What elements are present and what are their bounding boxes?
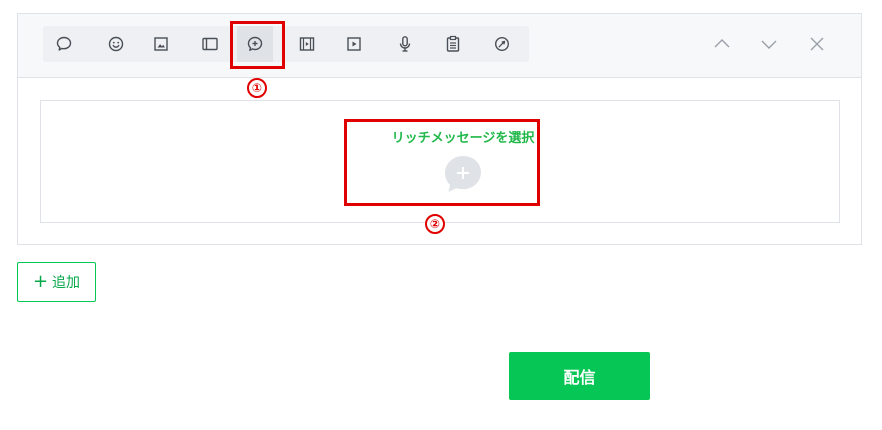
message-type-toolbar xyxy=(18,14,861,78)
move-up-button[interactable] xyxy=(708,30,736,58)
movie-button[interactable] xyxy=(336,26,372,62)
clipboard-icon xyxy=(446,35,460,52)
annotation-box-1 xyxy=(230,21,285,69)
image-icon xyxy=(154,37,168,51)
send-button[interactable]: 配信 xyxy=(509,352,650,400)
coupon-icon xyxy=(494,36,510,52)
add-message-label: 追加 xyxy=(52,275,81,291)
microphone-icon xyxy=(399,36,411,52)
play-icon xyxy=(347,37,361,51)
card-message-button[interactable] xyxy=(192,26,228,62)
send-button-label: 配信 xyxy=(563,368,596,387)
speech-bubble-icon xyxy=(56,36,72,51)
delete-button[interactable] xyxy=(803,30,831,58)
video-film-icon xyxy=(299,37,315,51)
video-button[interactable] xyxy=(289,26,325,62)
close-icon xyxy=(810,37,824,51)
annotation-box-2 xyxy=(344,119,540,206)
voice-button[interactable] xyxy=(387,26,423,62)
sticker-button[interactable] xyxy=(98,26,134,62)
card-icon xyxy=(202,37,218,51)
text-message-button[interactable] xyxy=(46,26,82,62)
coupon-button[interactable] xyxy=(484,26,520,62)
smiley-icon xyxy=(108,36,124,52)
annotation-marker-1: ① xyxy=(247,78,267,98)
move-down-button[interactable] xyxy=(755,30,783,58)
image-button[interactable] xyxy=(143,26,179,62)
annotation-marker-2: ② xyxy=(425,214,445,234)
plus-icon: + xyxy=(32,271,49,292)
chevron-down-icon xyxy=(761,40,777,49)
survey-button[interactable] xyxy=(435,26,471,62)
add-message-button[interactable]: + 追加 xyxy=(17,262,96,302)
chevron-up-icon xyxy=(714,39,730,48)
message-editor-page: リッチメッセージを選択 ① ② + 追加 配信 xyxy=(0,0,882,430)
